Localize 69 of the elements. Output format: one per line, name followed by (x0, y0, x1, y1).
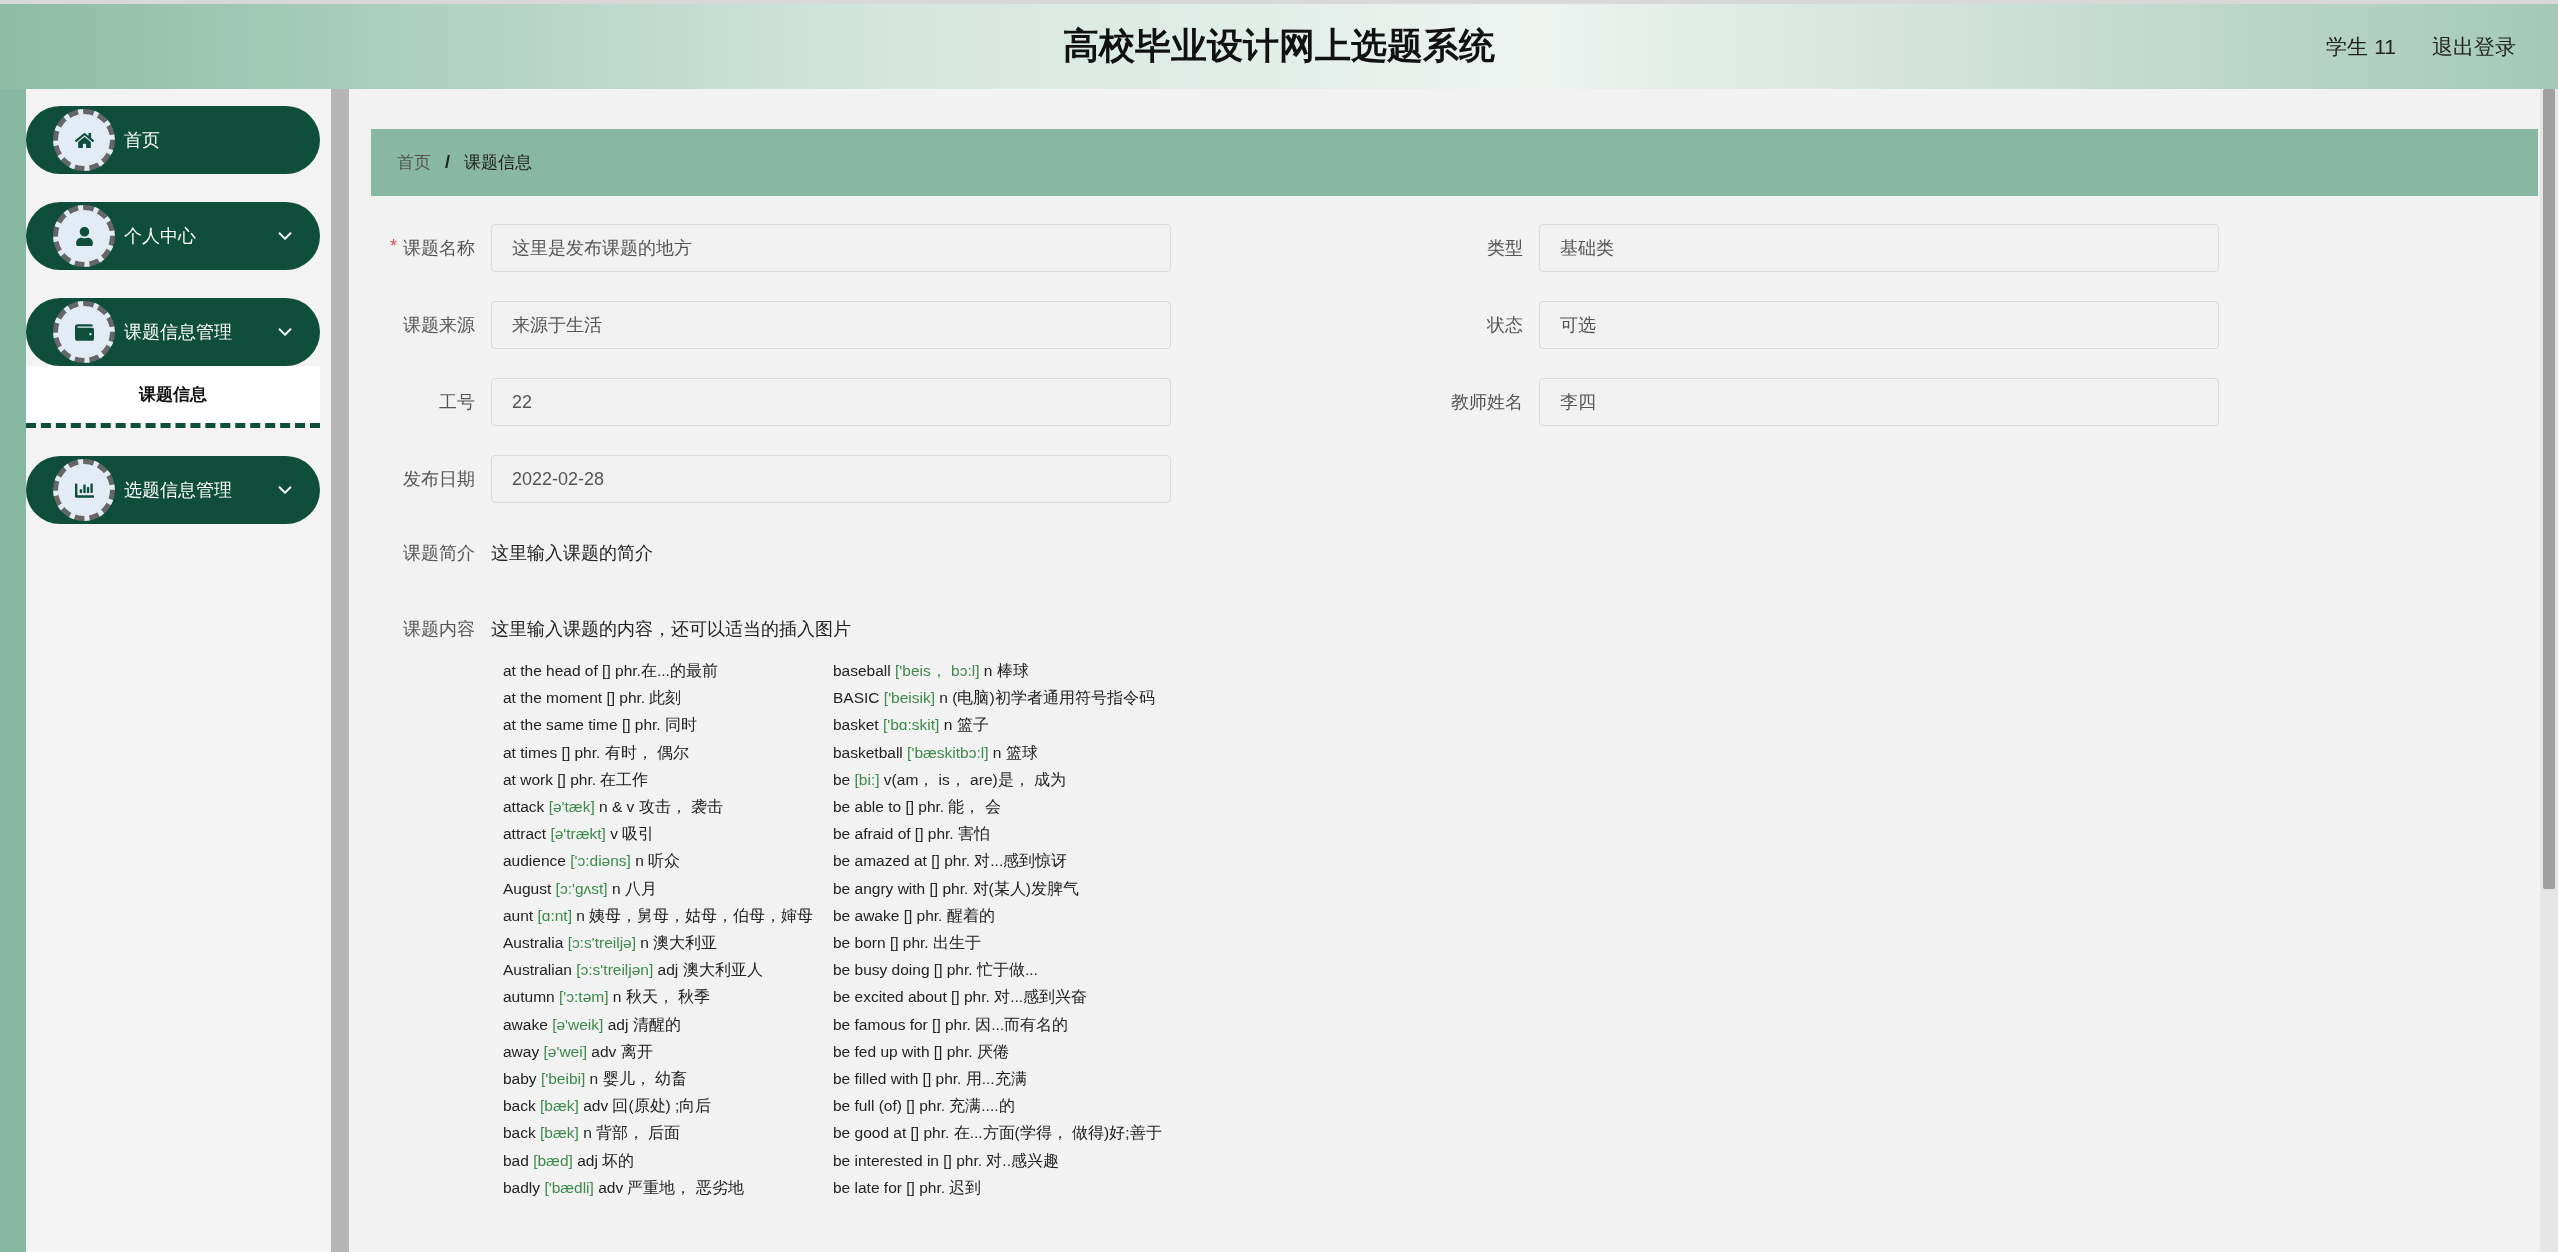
vocabulary-line: awake [ə'weik] adj 清醒的 (503, 1014, 682, 1035)
vocabulary-line: back [bæk] n 背部， 后面 (503, 1123, 682, 1144)
vocabulary-line: bad [bæd] adj 坏的 (503, 1150, 636, 1171)
vocabulary-line: attack [ə'tæk] n & v 攻击， 袭击 (503, 797, 724, 817)
vocabulary-line: be late for [] phr. 迟到 (833, 1177, 983, 1198)
vocabulary-line: at times [] phr. 有时， 偶尔 (503, 742, 690, 763)
vocabulary-line: autumn ['ɔ:təm] n 秋天， 秋季 (503, 987, 712, 1008)
vocabulary-line: be born [] phr. 出生于 (833, 933, 982, 954)
vocabulary-line: away [ə'wei] adv 离开 (503, 1041, 654, 1062)
vocabulary-line: BASIC ['beisik] n (电脑)初学者通用符号指令码 (833, 688, 1156, 709)
breadcrumb-current: 课题信息 (464, 152, 532, 174)
content-text: 这里输入课题的内容，还可以适当的插入图片 (491, 618, 852, 641)
input-field[interactable]: 这里是发布课题的地方 (491, 224, 1171, 272)
vocabulary-line: at the head of [] phr.在...的最前 (503, 661, 719, 681)
input-field[interactable]: 可选 (1539, 301, 2219, 349)
vocabulary-line: be busy doing [] phr. 忙于做... (833, 960, 1039, 981)
vocabulary-line: audience ['ɔ:diəns] n 听众 (503, 851, 682, 872)
field-label: 类型 (1487, 237, 1523, 260)
vocabulary-line: be [bi:] v(am， is， are)是， 成为 (833, 769, 1067, 790)
breadcrumb-separator: / (445, 152, 450, 173)
vocabulary-line: basketball ['bæskitbɔ:l] n 篮球 (833, 742, 1039, 763)
vocabulary-line: be interested in [] phr. 对..感兴趣 (833, 1150, 1060, 1171)
vocabulary-line: baseball ['beis， bɔ:l] n 棒球 (833, 661, 1030, 681)
field-label: 课题来源 (403, 314, 475, 337)
vocabulary-line: at work [] phr. 在工作 (503, 769, 650, 790)
vocabulary-line: August [ɔ:'gʌst] n 八月 (503, 878, 658, 899)
required-mark: * (390, 236, 397, 258)
vocabulary-line: be full (of) [] phr. 充满....的 (833, 1096, 1016, 1117)
system-title: 高校毕业设计网上选题系统 (1063, 24, 1495, 68)
vocabulary-line: be awake [] phr. 醒着的 (833, 905, 996, 926)
vocabulary-line: Australia [ɔ:s'treiljə] n 澳大利亚 (503, 933, 719, 954)
vocabulary-line: be fed up with [] phr. 厌倦 (833, 1041, 1010, 1062)
vocabulary-line: be amazed at [] phr. 对...感到惊讶 (833, 851, 1069, 872)
input-field[interactable]: 基础类 (1539, 224, 2219, 272)
vocabulary-line: be angry with [] phr. 对(某人)发脾气 (833, 878, 1080, 899)
field-label: 教师姓名 (1451, 391, 1523, 414)
field-label: 课题简介 (402, 542, 476, 565)
vocabulary-line: badly ['bædli] adv 严重地， 恶劣地 (503, 1177, 745, 1198)
field-label: 发布日期 (403, 468, 475, 491)
vocabulary-line: be afraid of [] phr. 害怕 (833, 824, 991, 845)
vocabulary-line: be filled with [] phr. 用...充满 (833, 1069, 1028, 1090)
vocabulary-line: at the same time [] phr. 同时 (503, 715, 698, 736)
field-label: 课题内容 (402, 618, 476, 641)
input-field[interactable]: 来源于生活 (491, 301, 1171, 349)
vocabulary-line: be excited about [] phr. 对...感到兴奋 (833, 987, 1089, 1008)
intro-text: 这里输入课题的简介 (491, 542, 653, 565)
vocabulary-line: attract [ə'trækt] v 吸引 (503, 824, 656, 845)
submenu-item[interactable]: 课题信息 (26, 366, 320, 423)
input-field[interactable]: 李四 (1539, 378, 2219, 426)
vocabulary-line: basket ['bɑ:skit] n 篮子 (833, 715, 990, 736)
field-label: 课题名称 (403, 237, 475, 260)
vocabulary-line: back [bæk] adv 回(原处) ;向后 (503, 1096, 713, 1117)
vocabulary-line: be good at [] phr. 在...方面(学得， 做得)好;善于 (833, 1123, 1163, 1144)
sidebar-menu-item[interactable]: 个人中心 (26, 202, 320, 270)
vocabulary-line: be able to [] phr. 能， 会 (833, 797, 1002, 817)
user-name: 学生 11 (2326, 33, 2396, 60)
input-field[interactable]: 2022-02-28 (491, 455, 1171, 503)
vocabulary-line: baby ['beibi] n 婴儿， 幼畜 (503, 1069, 688, 1090)
vocabulary-line: Australian [ɔ:s'treiljən] adj 澳大利亚人 (503, 960, 764, 981)
vocabulary-line: aunt [ɑ:nt] n 姨母，舅母，姑母，伯母，婶母 (503, 905, 815, 926)
logout-link[interactable]: 退出登录 (2432, 32, 2516, 61)
vocabulary-line: at the moment [] phr. 此刻 (503, 688, 683, 709)
field-label: 状态 (1487, 314, 1523, 337)
vocabulary-line: be famous for [] phr. 因...而有名的 (833, 1014, 1070, 1035)
sidebar-menu-item[interactable]: 选题信息管理 (26, 456, 320, 524)
input-field[interactable]: 22 (491, 378, 1171, 426)
sidebar-menu-item[interactable]: 首页 (26, 106, 320, 174)
sidebar-menu-item[interactable]: 课题信息管理 (26, 298, 320, 366)
field-label: 工号 (439, 391, 475, 414)
